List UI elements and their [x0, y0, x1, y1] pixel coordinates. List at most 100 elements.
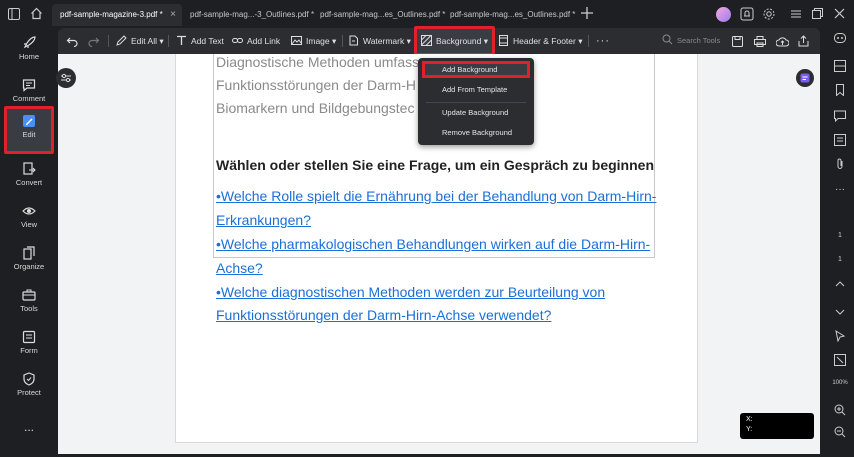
edit-all-button[interactable]: Edit All ▾: [116, 28, 164, 54]
cursor-coordinates: X: Y:: [740, 413, 814, 439]
tab-label: pdf-sample-mag...es_Outlines.pdf *: [450, 10, 576, 19]
image-icon: [291, 35, 302, 46]
toolbar-divider: [342, 35, 343, 47]
question-link[interactable]: •Welche pharmakologischen Behandlungen w…: [216, 232, 650, 256]
sidebar-item-label: Organize: [13, 262, 45, 271]
rocket-icon: [22, 36, 36, 50]
add-link-label: Add Link: [247, 36, 281, 46]
menu-item-add-from-template[interactable]: Add From Template: [422, 81, 530, 98]
close-icon[interactable]: ×: [170, 4, 176, 26]
sidebar-item-label: View: [20, 220, 38, 229]
left-sidebar: Home Comment Edit Convert View Organize …: [0, 28, 58, 457]
right-sidebar: ··· 1 1 100%: [826, 28, 854, 457]
new-tab-icon[interactable]: [580, 6, 594, 20]
share-icon[interactable]: [798, 28, 809, 54]
shield-icon: [22, 372, 36, 386]
coord-x-label: X:: [746, 416, 753, 423]
sidebar-item-label: Convert: [15, 178, 43, 187]
watermark-icon: [348, 35, 359, 46]
question-link[interactable]: Erkrankungen?: [216, 208, 311, 232]
cloud-upload-icon[interactable]: [776, 28, 789, 54]
sidebar-item-edit[interactable]: Edit: [4, 106, 54, 154]
question-link[interactable]: •Welche diagnostischen Methoden werden z…: [216, 280, 605, 304]
question-link[interactable]: Funktionsstörungen der Darm-Hirn-Achse v…: [216, 303, 551, 327]
home-icon[interactable]: [30, 7, 43, 20]
page-total: 1: [838, 256, 842, 263]
tab-document-4[interactable]: pdf-sample-mag...es_Outlines.pdf *: [442, 4, 576, 26]
sidebar-item-label: Edit: [22, 130, 36, 139]
image-label: Image: [306, 36, 330, 46]
tab-label: pdf-sample-mag...-3_Outlines.pdf *: [190, 10, 315, 19]
page-current[interactable]: 1: [826, 232, 854, 239]
zoom-level[interactable]: 100%: [826, 380, 854, 386]
gear-icon[interactable]: [762, 7, 776, 21]
restore-window-icon[interactable]: [812, 8, 823, 19]
more-icon[interactable]: ...: [0, 420, 58, 434]
comment-icon: [22, 78, 36, 92]
ai-assistant-icon[interactable]: [796, 69, 814, 87]
print-icon[interactable]: [754, 28, 766, 54]
menu-item-add-background[interactable]: Add Background: [422, 61, 530, 78]
convert-icon: [22, 162, 36, 176]
sidebar-item-view[interactable]: View: [4, 200, 54, 240]
properties-toggle-button[interactable]: [56, 68, 76, 88]
zoom-in-icon[interactable]: [834, 404, 846, 416]
close-window-icon[interactable]: [834, 8, 845, 19]
avatar[interactable]: [716, 7, 731, 22]
sidebar-item-form[interactable]: Form: [4, 326, 54, 366]
more-icon[interactable]: ···: [826, 184, 854, 195]
menu-icon[interactable]: [790, 8, 802, 20]
question-link[interactable]: Achse?: [216, 256, 263, 280]
save-icon[interactable]: [732, 28, 743, 54]
coord-y-label: Y:: [746, 426, 753, 433]
header-footer-label: Header & Footer: [513, 36, 576, 46]
sidebar-item-label: Home: [18, 52, 39, 61]
organize-icon: [22, 246, 36, 260]
tab-document-2[interactable]: pdf-sample-mag...-3_Outlines.pdf *: [182, 4, 315, 26]
sidebar-item-organize[interactable]: Organize: [4, 242, 54, 282]
toolbar-divider: [168, 35, 169, 47]
menu-item-remove-background[interactable]: Remove Background: [422, 124, 530, 141]
select-tool-icon[interactable]: [834, 330, 846, 342]
tab-document-3[interactable]: pdf-sample-mag...es_Outlines.pdf *: [312, 4, 446, 26]
body-text-line[interactable]: Biomarkern und Bildgebungstec: [216, 96, 414, 120]
header-footer-icon: [498, 35, 509, 46]
chevron-down-icon[interactable]: [834, 306, 846, 318]
tab-document-1[interactable]: pdf-sample-magazine-3.pdf * ×: [52, 4, 182, 26]
undo-icon[interactable]: [66, 28, 78, 54]
thumbnail-icon[interactable]: [834, 60, 846, 72]
redo-icon[interactable]: [88, 28, 100, 54]
bookmark-icon[interactable]: [834, 84, 846, 96]
background-label: Background: [436, 36, 482, 46]
document-heading[interactable]: Wählen oder stellen Sie eine Frage, um e…: [216, 153, 654, 177]
fit-page-icon[interactable]: [834, 354, 846, 366]
attachment-icon[interactable]: [834, 158, 846, 170]
background-dropdown-menu: Add Background Add From Template Update …: [418, 58, 534, 145]
search-tools[interactable]: Search Tools: [662, 28, 720, 54]
ai-chat-icon[interactable]: [834, 32, 846, 44]
sidebar-item-convert[interactable]: Convert: [4, 158, 54, 198]
chevron-up-icon[interactable]: [834, 278, 846, 290]
form-fields-icon[interactable]: [834, 134, 846, 146]
sidebar-item-protect[interactable]: Protect: [4, 368, 54, 408]
tab-bar: pdf-sample-magazine-3.pdf * × pdf-sample…: [0, 0, 854, 28]
eye-icon: [22, 204, 36, 218]
more-tools-icon[interactable]: ···: [596, 28, 610, 54]
toolbar-divider: [588, 35, 589, 47]
bell-icon[interactable]: [740, 7, 754, 21]
sidebar-item-home[interactable]: Home: [4, 32, 54, 72]
question-link[interactable]: •Welche Rolle spielt die Ernährung bei d…: [216, 184, 656, 208]
toolbar-divider: [108, 35, 109, 47]
edit-icon: [22, 114, 36, 128]
tab-label: pdf-sample-mag...es_Outlines.pdf *: [320, 10, 446, 19]
header-footer-button[interactable]: Header & Footer ▾: [498, 28, 582, 54]
comment-list-icon[interactable]: [834, 110, 846, 122]
menu-item-update-background[interactable]: Update Background: [422, 104, 530, 121]
link-icon: [232, 35, 243, 46]
menu-divider: [426, 102, 526, 103]
add-text-label: Add Text: [191, 36, 224, 46]
zoom-out-icon[interactable]: [834, 426, 846, 438]
text-icon: [176, 35, 187, 46]
panel-toggle-icon[interactable]: [8, 8, 20, 20]
sidebar-item-tools[interactable]: Tools: [4, 284, 54, 324]
